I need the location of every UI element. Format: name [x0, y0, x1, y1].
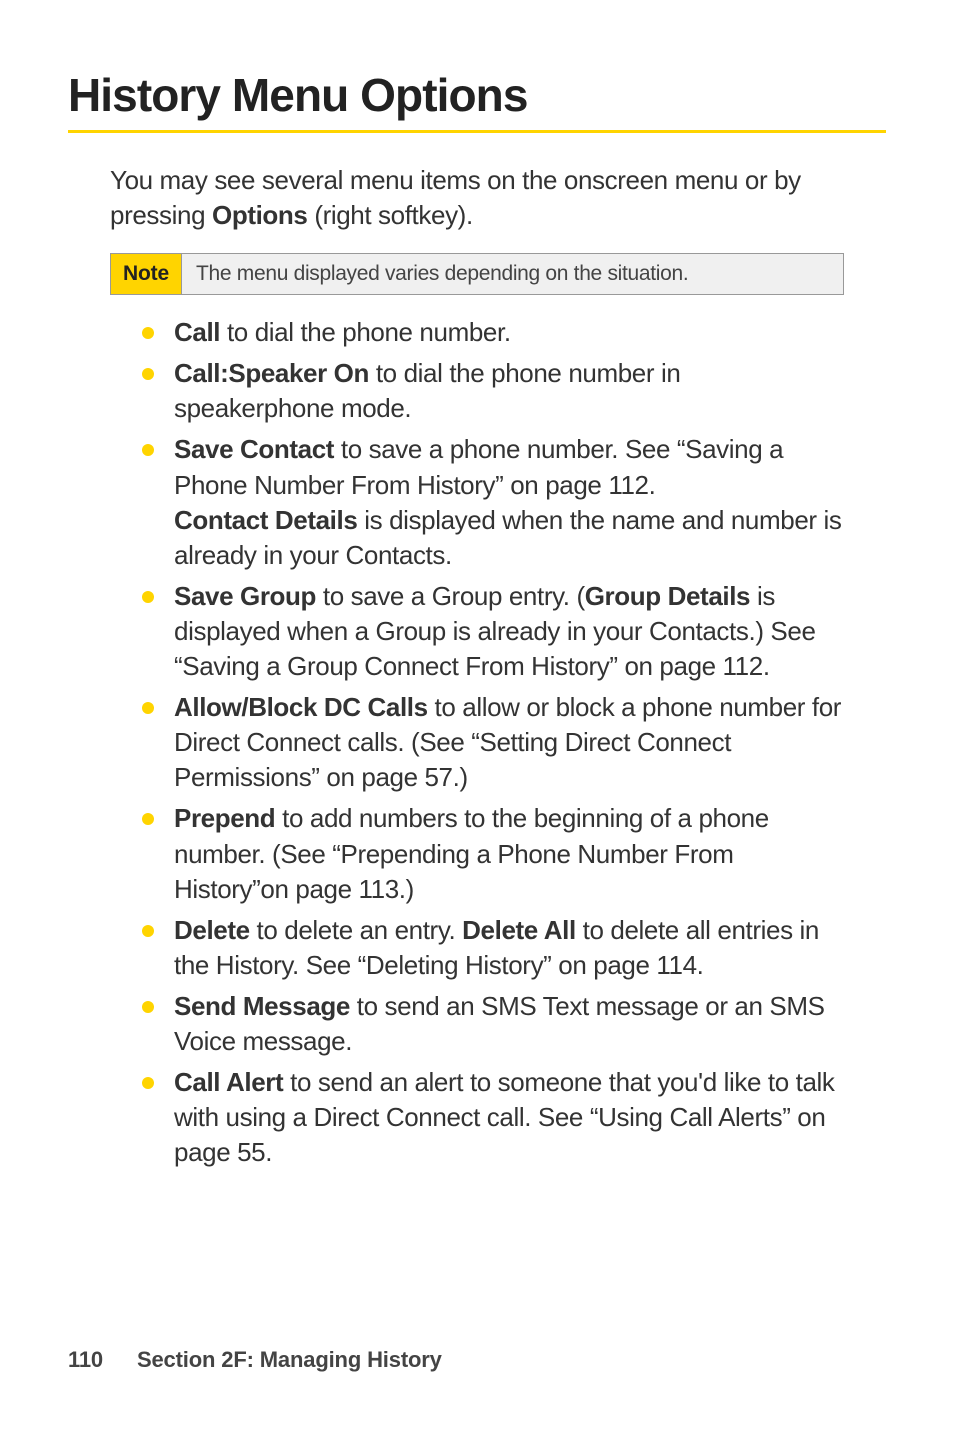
page-footer: 110 Section 2F: Managing History — [68, 1347, 442, 1373]
list-item-save-group: Save Group to save a Group entry. (Group… — [142, 579, 844, 684]
option-name: Prepend — [174, 803, 275, 833]
option-name-secondary: Contact Details — [174, 505, 357, 535]
option-name-secondary: Delete All — [462, 915, 576, 945]
option-name-secondary: Group Details — [585, 581, 750, 611]
option-desc: to delete an entry. — [250, 915, 462, 945]
option-name: Allow/Block DC Calls — [174, 692, 428, 722]
list-item-call-alert: Call Alert to send an alert to someone t… — [142, 1065, 844, 1170]
option-name: Delete — [174, 915, 250, 945]
option-name: Save Group — [174, 581, 316, 611]
list-item-delete: Delete to delete an entry. Delete All to… — [142, 913, 844, 983]
option-name: Call:Speaker On — [174, 358, 369, 388]
note-box: Note The menu displayed varies depending… — [110, 253, 844, 295]
option-desc: to dial the phone number. — [220, 317, 511, 347]
page-title: History Menu Options — [68, 68, 886, 133]
page-number: 110 — [68, 1347, 103, 1372]
option-name: Save Contact — [174, 434, 334, 464]
list-item-prepend: Prepend to add numbers to the beginning … — [142, 801, 844, 906]
intro-post: (right softkey). — [307, 200, 472, 230]
list-item-allow-block-dc: Allow/Block DC Calls to allow or block a… — [142, 690, 844, 795]
option-desc: to save a Group entry. ( — [316, 581, 585, 611]
section-title: Section 2F: Managing History — [137, 1347, 442, 1372]
menu-options-list: Call to dial the phone number. Call:Spea… — [142, 315, 844, 1170]
list-item-send-message: Send Message to send an SMS Text message… — [142, 989, 844, 1059]
list-item-call-speaker-on: Call:Speaker On to dial the phone number… — [142, 356, 844, 426]
note-text: The menu displayed varies depending on t… — [182, 254, 843, 294]
intro-text: You may see several menu items on the on… — [110, 163, 886, 233]
list-item-call: Call to dial the phone number. — [142, 315, 844, 350]
note-label: Note — [111, 254, 182, 294]
list-item-save-contact: Save Contact to save a phone number. See… — [142, 432, 844, 572]
option-name: Call Alert — [174, 1067, 283, 1097]
option-name: Send Message — [174, 991, 350, 1021]
intro-bold: Options — [212, 200, 307, 230]
option-name: Call — [174, 317, 220, 347]
